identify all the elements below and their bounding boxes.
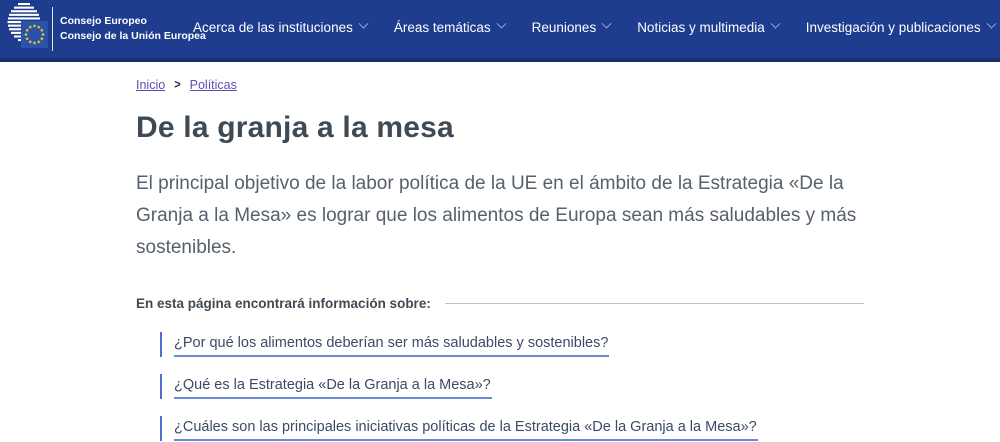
- breadcrumb-separator-icon: >: [174, 78, 180, 92]
- link-accent-bar: [160, 332, 162, 357]
- main-nav: Acerca de las instituciones Áreas temáti…: [193, 20, 1000, 35]
- nav-item-investigacion[interactable]: Investigación y publicaciones: [806, 20, 995, 35]
- toc-heading: En esta página encontrará información so…: [136, 296, 431, 311]
- breadcrumb-link-politicas[interactable]: Políticas: [190, 78, 237, 92]
- list-item: ¿Qué es la Estrategia «De la Granja a la…: [160, 374, 864, 399]
- list-item: ¿Por qué los alimentos deberían ser más …: [160, 332, 864, 357]
- eu-flag-icon: [21, 21, 48, 48]
- nav-item-label: Áreas temáticas: [394, 20, 491, 35]
- breadcrumb-link-inicio[interactable]: Inicio: [136, 78, 165, 92]
- council-logo[interactable]: Consejo Europeo Consejo de la Unión Euro…: [0, 0, 183, 56]
- logo-line-2: Consejo de la Unión Europea: [60, 29, 206, 44]
- intro-paragraph: El principal objetivo de la labor políti…: [136, 168, 864, 264]
- nav-item-noticias[interactable]: Noticias y multimedia: [637, 20, 779, 35]
- link-accent-bar: [160, 416, 162, 441]
- logo-line-1: Consejo Europeo: [60, 14, 206, 29]
- breadcrumb: Inicio > Políticas: [136, 78, 864, 92]
- nav-item-reuniones[interactable]: Reuniones: [532, 20, 611, 35]
- chevron-down-icon: [986, 18, 996, 28]
- toc-link-list: ¿Por qué los alimentos deberían ser más …: [160, 332, 864, 441]
- link-accent-bar: [160, 374, 162, 399]
- toc-link-iniciativas[interactable]: ¿Cuáles son las principales iniciativas …: [174, 416, 758, 441]
- nav-item-areas-tematicas[interactable]: Áreas temáticas: [394, 20, 505, 35]
- toc-heading-row: En esta página encontrará información so…: [136, 296, 864, 311]
- chevron-down-icon: [496, 18, 506, 28]
- toc-link-que-es-estrategia[interactable]: ¿Qué es la Estrategia «De la Granja a la…: [174, 374, 492, 399]
- list-item: ¿Cuáles son las principales iniciativas …: [160, 416, 864, 441]
- chevron-down-icon: [358, 18, 368, 28]
- horizontal-rule: [445, 303, 864, 304]
- logo-wordmark: Consejo Europeo Consejo de la Unión Euro…: [60, 14, 206, 44]
- nav-item-label: Noticias y multimedia: [637, 20, 765, 35]
- page-title: De la granja a la mesa: [136, 111, 864, 145]
- nav-item-label: Investigación y publicaciones: [806, 20, 981, 35]
- chevron-down-icon: [770, 18, 780, 28]
- logo-divider: [52, 7, 53, 51]
- toc-link-saludables[interactable]: ¿Por qué los alimentos deberían ser más …: [174, 332, 609, 357]
- nav-item-label: Reuniones: [532, 20, 597, 35]
- nav-item-label: Acerca de las instituciones: [193, 20, 353, 35]
- nav-item-instituciones[interactable]: Acerca de las instituciones: [193, 20, 367, 35]
- chevron-down-icon: [602, 18, 612, 28]
- main-content: Inicio > Políticas De la granja a la mes…: [0, 62, 1000, 441]
- site-header: Consejo Europeo Consejo de la Unión Euro…: [0, 0, 1000, 62]
